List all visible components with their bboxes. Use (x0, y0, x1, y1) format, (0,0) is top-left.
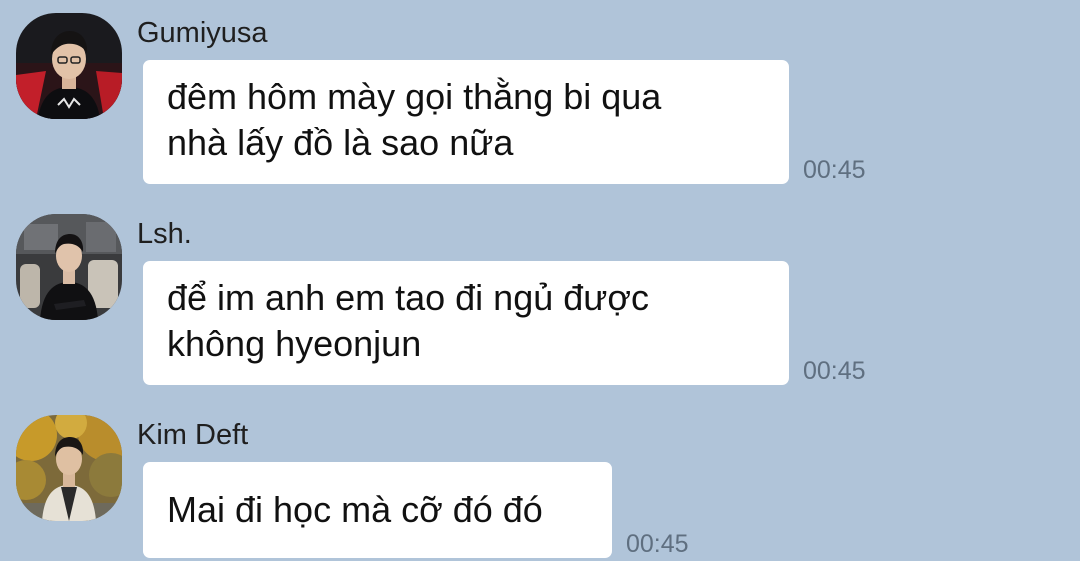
avatar-photo (16, 214, 122, 320)
message-bubble[interactable]: đêm hôm mày gọi thằng bi qua nhà lấy đồ … (143, 60, 789, 184)
chat-message: Lsh. để im anh em tao đi ngủ được không … (0, 214, 1080, 389)
timestamp: 00:45 (626, 530, 689, 558)
timestamp: 00:45 (803, 357, 866, 385)
message-line: đêm hôm mày gọi thằng bi qua (167, 76, 662, 117)
sender-name: Lsh. (137, 218, 192, 250)
sender-name: Gumiyusa (137, 17, 268, 49)
sender-name: Kim Deft (137, 419, 249, 451)
message-bubble[interactable]: để im anh em tao đi ngủ được không hyeon… (143, 261, 789, 385)
timestamp: 00:45 (803, 156, 866, 184)
message-line: nhà lấy đồ là sao nữa (167, 122, 514, 163)
avatar-photo (16, 415, 122, 521)
avatar-photo (16, 13, 122, 119)
avatar-kim-deft[interactable] (16, 415, 122, 521)
message-line: để im anh em tao đi ngủ được (167, 277, 649, 318)
chat-message: Kim Deft Mai đi học mà cỡ đó đó 00:45 (0, 415, 1080, 561)
message-line: không hyeonjun (167, 323, 422, 364)
message-bubble[interactable]: Mai đi học mà cỡ đó đó (143, 462, 612, 558)
chat-message: Gumiyusa đêm hôm mày gọi thằng bi qua nh… (0, 13, 1080, 188)
message-line: Mai đi học mà cỡ đó đó (167, 489, 543, 530)
avatar-lsh[interactable] (16, 214, 122, 320)
avatar-gumiyusa[interactable] (16, 13, 122, 119)
